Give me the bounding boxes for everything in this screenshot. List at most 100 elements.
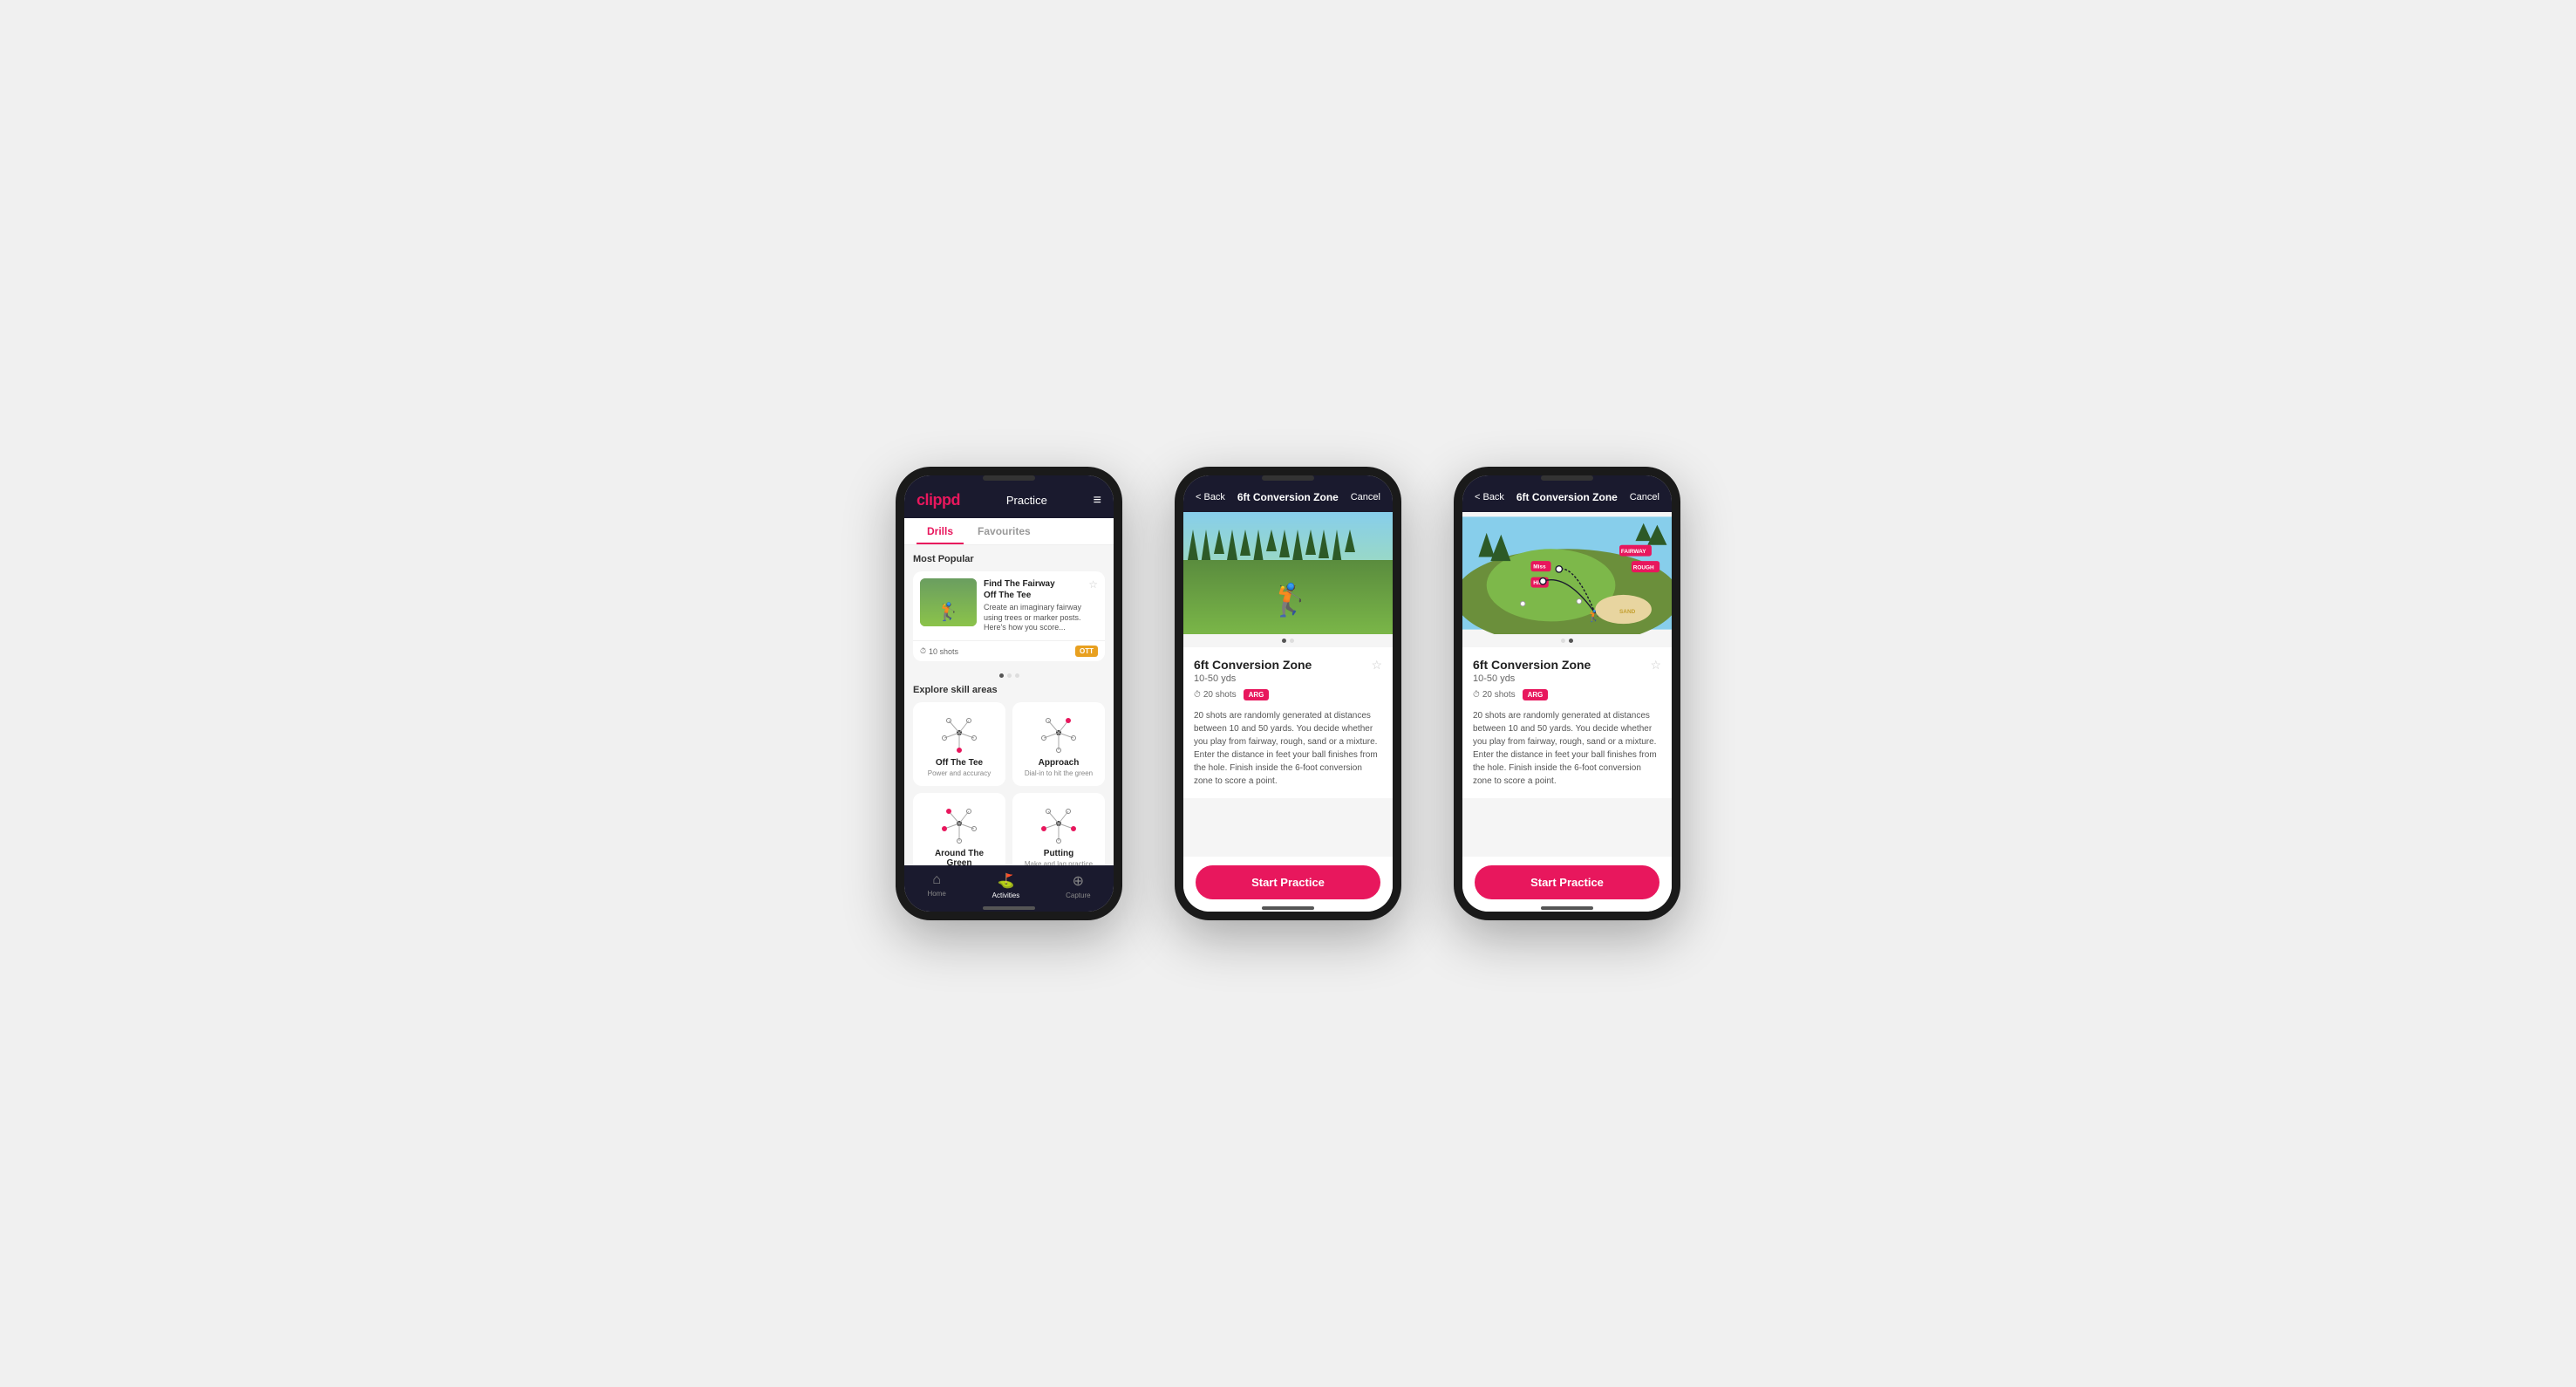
img-dot-2 bbox=[1290, 639, 1294, 643]
arg-badge-3: ARG bbox=[1523, 689, 1549, 700]
timer-icon: ⏱ bbox=[1194, 690, 1201, 700]
drill-info: 6ft Conversion Zone 10-50 yds bbox=[1194, 658, 1312, 684]
phone-3: < Back 6ft Conversion Zone Cancel bbox=[1454, 467, 1680, 920]
drill-description: Create an imaginary fairway using trees … bbox=[984, 603, 1081, 633]
putting-icon bbox=[1032, 802, 1085, 845]
shots-info: ⏱ 20 shots bbox=[1194, 690, 1237, 700]
dot-3 bbox=[1015, 673, 1019, 678]
drill-description-3: 20 shots are randomly generated at dista… bbox=[1473, 709, 1661, 788]
bottom-nav: ⌂ Home ⛳ Activities ⊕ Capture bbox=[904, 865, 1114, 912]
skill-name-ott: Off The Tee bbox=[936, 758, 983, 768]
svg-text:ROUGH: ROUGH bbox=[1633, 564, 1654, 571]
around-green-icon bbox=[933, 802, 985, 845]
svg-text:SAND: SAND bbox=[1619, 609, 1636, 615]
off-tee-icon bbox=[933, 711, 985, 755]
cancel-button[interactable]: Cancel bbox=[1351, 492, 1380, 502]
golfer-figure: 🏌️ bbox=[1271, 582, 1310, 618]
tab-favourites[interactable]: Favourites bbox=[967, 518, 1041, 544]
skill-name-atg: Around The Green bbox=[922, 849, 997, 865]
skill-off-tee[interactable]: Off The Tee Power and accuracy bbox=[913, 702, 1005, 786]
phone1-content: Most Popular 🏌️ Find The Fairway Off The… bbox=[904, 545, 1114, 865]
phone-3-screen: < Back 6ft Conversion Zone Cancel bbox=[1462, 475, 1672, 912]
skill-around-green[interactable]: Around The Green Hone your short game bbox=[913, 793, 1005, 865]
phone3-header: < Back 6ft Conversion Zone Cancel bbox=[1462, 475, 1672, 512]
image-dots-3 bbox=[1462, 634, 1672, 647]
capture-icon: ⊕ bbox=[1073, 872, 1084, 890]
phones-container: clippd Practice ≡ Drills Favourites Most… bbox=[896, 467, 1680, 920]
menu-icon[interactable]: ≡ bbox=[1094, 493, 1101, 509]
timer-icon-3: ⏱ bbox=[1473, 690, 1480, 700]
drill-header-3: 6ft Conversion Zone 10-50 yds ☆ bbox=[1473, 658, 1661, 684]
clock-icon: ⏱ bbox=[920, 646, 926, 656]
home-label: Home bbox=[927, 890, 945, 898]
phone-2: < Back 6ft Conversion Zone Cancel bbox=[1175, 467, 1401, 920]
img-dot-1 bbox=[1282, 639, 1286, 643]
drill-thumbnail: 🏌️ bbox=[920, 578, 977, 626]
skill-name-putting: Putting bbox=[1044, 849, 1073, 858]
drill-photo: 🏌️ bbox=[1183, 512, 1393, 634]
drill-text: Find The Fairway Off The Tee Create an i… bbox=[984, 578, 1081, 633]
drill-title: Find The Fairway bbox=[984, 578, 1081, 590]
phone1-header: clippd Practice ≡ bbox=[904, 475, 1114, 518]
drill-header: 6ft Conversion Zone 10-50 yds ☆ bbox=[1194, 658, 1382, 684]
favourite-icon[interactable]: ☆ bbox=[1088, 578, 1098, 591]
tabs-bar: Drills Favourites bbox=[904, 518, 1114, 545]
skill-grid: Off The Tee Power and accuracy bbox=[913, 702, 1105, 865]
explore-label: Explore skill areas bbox=[913, 685, 1105, 695]
start-practice-button[interactable]: Start Practice bbox=[1196, 865, 1380, 899]
home-icon: ⌂ bbox=[932, 872, 941, 888]
favourite-icon-3[interactable]: ☆ bbox=[1650, 658, 1661, 673]
drill-meta-3: ⏱ 20 shots ARG bbox=[1473, 689, 1661, 700]
drill-description: 20 shots are randomly generated at dista… bbox=[1194, 709, 1382, 788]
start-practice-button-3[interactable]: Start Practice bbox=[1475, 865, 1659, 899]
phone3-title: 6ft Conversion Zone bbox=[1516, 491, 1618, 503]
phone-1: clippd Practice ≡ Drills Favourites Most… bbox=[896, 467, 1122, 920]
featured-drill-card[interactable]: 🏌️ Find The Fairway Off The Tee Create a… bbox=[913, 571, 1105, 661]
card-dots bbox=[913, 670, 1105, 681]
svg-text:🏌️: 🏌️ bbox=[1587, 610, 1601, 623]
drill-distance: 10-50 yds bbox=[1194, 673, 1312, 684]
cancel-button-3[interactable]: Cancel bbox=[1630, 492, 1659, 502]
back-button-3[interactable]: < Back bbox=[1475, 492, 1504, 502]
capture-label: Capture bbox=[1066, 892, 1090, 899]
phone2-content: 🏌️ 6ft Conversion Zone 10-50 yds ☆ bbox=[1183, 512, 1393, 857]
img-dot-3-1 bbox=[1561, 639, 1565, 643]
skill-desc-approach: Dial-in to hit the green bbox=[1025, 769, 1093, 777]
tab-drills[interactable]: Drills bbox=[917, 518, 964, 544]
ott-badge: OTT bbox=[1075, 646, 1098, 657]
drill-name: 6ft Conversion Zone bbox=[1194, 658, 1312, 672]
drill-distance-3: 10-50 yds bbox=[1473, 673, 1591, 684]
nav-capture[interactable]: ⊕ Capture bbox=[1066, 872, 1090, 899]
skill-approach[interactable]: Approach Dial-in to hit the green bbox=[1012, 702, 1105, 786]
course-illustration: SAND FAIRWAY ROUGH bbox=[1462, 512, 1672, 634]
skill-name-approach: Approach bbox=[1039, 758, 1080, 768]
nav-title: Practice bbox=[1006, 494, 1047, 507]
favourite-icon[interactable]: ☆ bbox=[1371, 658, 1382, 673]
trees-bg bbox=[1183, 530, 1393, 564]
phone2-header: < Back 6ft Conversion Zone Cancel bbox=[1183, 475, 1393, 512]
nav-home[interactable]: ⌂ Home bbox=[927, 872, 945, 899]
phone2-footer: Start Practice bbox=[1183, 857, 1393, 912]
drill-detail-3: 6ft Conversion Zone 10-50 yds ☆ ⏱ 20 sho… bbox=[1462, 647, 1672, 798]
phone3-content: SAND FAIRWAY ROUGH bbox=[1462, 512, 1672, 857]
phone2-title: 6ft Conversion Zone bbox=[1237, 491, 1339, 503]
back-button[interactable]: < Back bbox=[1196, 492, 1225, 502]
skill-putting[interactable]: Putting Make and lag practice bbox=[1012, 793, 1105, 865]
arg-badge: ARG bbox=[1244, 689, 1270, 700]
drill-meta: ⏱ 20 shots ARG bbox=[1194, 689, 1382, 700]
activities-label: Activities bbox=[992, 892, 1020, 899]
skill-desc-ott: Power and accuracy bbox=[928, 769, 991, 777]
shots-count: ⏱ 10 shots bbox=[920, 646, 958, 656]
approach-icon bbox=[1032, 711, 1085, 755]
phone3-footer: Start Practice bbox=[1462, 857, 1672, 912]
drill-subtitle: Off The Tee bbox=[984, 590, 1081, 601]
svg-text:Miss: Miss bbox=[1533, 564, 1546, 570]
most-popular-label: Most Popular bbox=[913, 554, 1105, 564]
img-dot-3-2 bbox=[1569, 639, 1573, 643]
activities-icon: ⛳ bbox=[997, 872, 1014, 890]
card-footer: ⏱ 10 shots OTT bbox=[913, 640, 1105, 661]
nav-activities[interactable]: ⛳ Activities bbox=[992, 872, 1020, 899]
shots-info-3: ⏱ 20 shots bbox=[1473, 690, 1516, 700]
dot-1 bbox=[999, 673, 1004, 678]
image-dots bbox=[1183, 634, 1393, 647]
